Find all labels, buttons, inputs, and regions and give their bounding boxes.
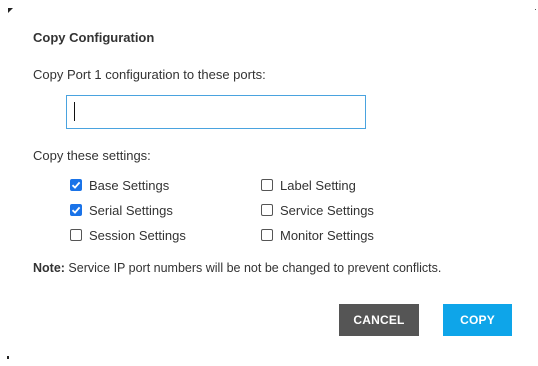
note-prefix: Note: — [33, 261, 65, 275]
checkbox-unchecked-icon — [261, 229, 273, 241]
target-ports-input[interactable] — [66, 95, 366, 129]
base-settings-label: Base Settings — [89, 177, 170, 193]
corner-marker — [8, 8, 13, 13]
conflict-note: Note: Service IP port numbers will be no… — [33, 261, 441, 275]
serial-settings-label: Serial Settings — [89, 202, 173, 218]
label-setting-checkbox[interactable]: Label Setting — [261, 177, 356, 193]
checkbox-checked-icon — [70, 204, 82, 216]
ports-prompt: Copy Port 1 configuration to these ports… — [33, 67, 266, 82]
copy-button[interactable]: COPY — [443, 304, 512, 336]
monitor-settings-checkbox[interactable]: Monitor Settings — [261, 227, 374, 243]
settings-label: Copy these settings: — [33, 148, 151, 163]
checkbox-checked-icon — [70, 179, 82, 191]
cancel-button[interactable]: CANCEL — [339, 304, 419, 336]
note-text: Service IP port numbers will be not be c… — [64, 261, 442, 275]
text-caret — [74, 102, 75, 121]
checkbox-unchecked-icon — [70, 229, 82, 241]
checkbox-unchecked-icon — [261, 179, 273, 191]
session-settings-checkbox[interactable]: Session Settings — [70, 227, 186, 243]
base-settings-checkbox[interactable]: Base Settings — [70, 177, 169, 193]
service-settings-checkbox[interactable]: Service Settings — [261, 202, 374, 218]
corner-marker — [7, 356, 9, 359]
service-settings-label: Service Settings — [280, 202, 374, 218]
monitor-settings-label: Monitor Settings — [280, 227, 374, 243]
serial-settings-checkbox[interactable]: Serial Settings — [70, 202, 173, 218]
dialog-title: Copy Configuration — [33, 30, 155, 45]
checkbox-unchecked-icon — [261, 204, 273, 216]
label-setting-label: Label Setting — [280, 177, 356, 193]
corner-marker — [535, 9, 536, 10]
copy-configuration-dialog: Copy Configuration Copy Port 1 configura… — [0, 0, 538, 366]
session-settings-label: Session Settings — [89, 227, 186, 243]
